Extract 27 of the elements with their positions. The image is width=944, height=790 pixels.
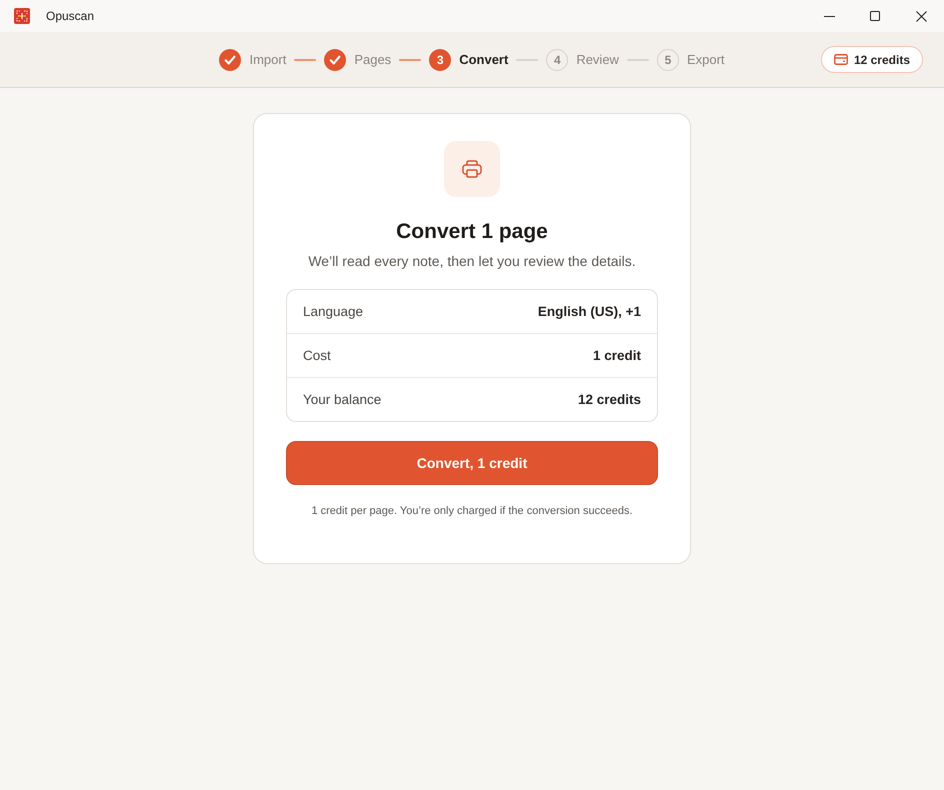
- detail-label: Cost: [303, 348, 331, 363]
- step-label: Convert: [459, 52, 508, 67]
- detail-value: 1 credit: [592, 348, 641, 363]
- step-number: 5: [656, 48, 679, 70]
- step-label: Pages: [354, 52, 392, 67]
- step-number: 3: [429, 48, 452, 70]
- card-subtitle: We’ll read every note, then let you review the details.: [308, 252, 636, 271]
- close-icon[interactable]: [916, 10, 926, 22]
- maximize-icon[interactable]: [870, 11, 880, 21]
- step-connector: [294, 58, 316, 60]
- footnote: 1 credit per page. You’re only charged if the conversion succeeds.: [311, 504, 633, 519]
- step-connector: [399, 58, 422, 60]
- detail-label: Your balance: [303, 392, 382, 407]
- detail-value: English (US), +1: [538, 304, 641, 319]
- detail-label: Language: [303, 304, 364, 319]
- window-title: Opuscan: [46, 9, 94, 23]
- credit-card-icon: [834, 54, 848, 65]
- printer-icon: [444, 141, 500, 197]
- card-title: Convert 1 page: [396, 219, 548, 245]
- convert-button[interactable]: Convert, 1 credit: [286, 441, 658, 485]
- app-logo-icon: [14, 8, 30, 24]
- step-label: Import: [249, 52, 286, 67]
- step-label: Review: [576, 52, 619, 67]
- credits-badge[interactable]: 12 credits: [820, 46, 923, 73]
- step-number: 4: [546, 48, 568, 70]
- detail-value: 12 credits: [578, 392, 641, 407]
- step-label: Export: [686, 52, 725, 67]
